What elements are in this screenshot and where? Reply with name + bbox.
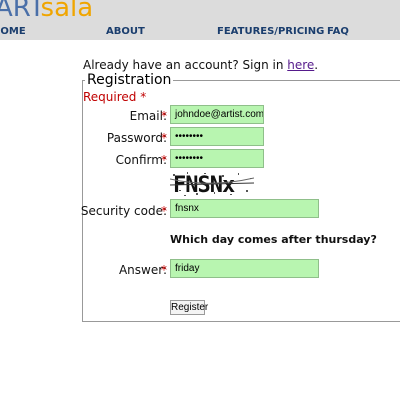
confirm-password-field[interactable]: •••••••• [170,149,264,168]
confirm-label: Confirm: [115,153,167,167]
signin-link[interactable]: here [287,58,314,72]
signin-prompt-text: Already have an account? Sign in [83,58,288,72]
security-code-field[interactable]: fnsnx [170,199,319,218]
signin-prompt: Already have an account? Sign in here. [83,58,318,72]
password-field[interactable]: •••••••• [170,127,264,146]
password-required-mark: * [161,131,167,145]
register-button[interactable]: Register [170,300,208,315]
answer-label: Answer: [118,263,167,277]
nav-faq[interactable]: FAQ [327,26,349,37]
site-logo[interactable]: ARTsala [0,0,93,24]
answer-required-mark: * [161,263,167,277]
logo-sala-text: sala [40,0,94,23]
security-code-label: Security code: [80,204,167,218]
required-note-text: Required [83,90,137,104]
nav-home[interactable]: HOME [0,26,26,37]
required-note: Required * [83,90,146,104]
captcha-text: FNSNx [173,173,235,198]
security-required-mark: * [161,204,167,218]
confirm-required-mark: * [161,153,167,167]
required-mark: * [140,90,147,104]
answer-field[interactable]: friday [170,259,319,278]
captcha-image: FNSNx [170,170,254,198]
signin-prompt-suffix: . [314,58,319,72]
password-label: Password: [106,131,167,145]
email-required-mark: * [161,109,167,123]
security-question: Which day comes after thursday? [170,233,377,246]
registration-legend: Registration [85,72,174,88]
nav-features-pricing[interactable]: FEATURES/PRICING [217,26,324,37]
site-header: ARTsala HOME ABOUT FEATURES/PRICING FAQ [0,0,400,40]
nav-about[interactable]: ABOUT [106,26,145,37]
logo-art-text: ART [0,0,41,23]
email-field[interactable]: johndoe@artist.com [170,105,264,124]
